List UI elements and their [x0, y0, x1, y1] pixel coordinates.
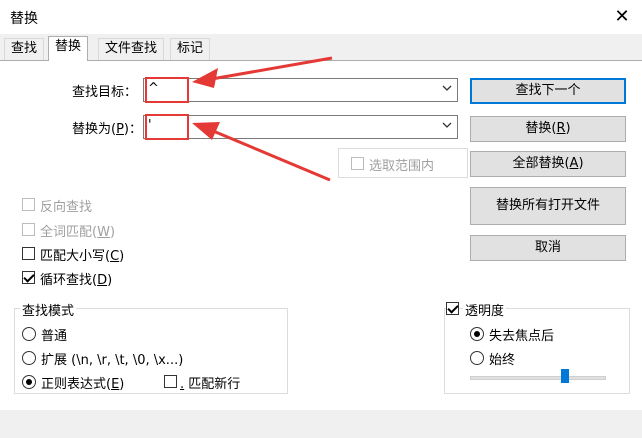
- dot-matches-newline-label: . 匹配新行: [180, 377, 241, 392]
- in-selection-checkbox[interactable]: [351, 157, 364, 170]
- transparency-checkbox[interactable]: [446, 302, 459, 315]
- whole-word-label: 全词匹配(W): [40, 225, 116, 240]
- replace-button[interactable]: 替换(R): [470, 116, 626, 142]
- annotation-arrow-replace: [205, 126, 331, 182]
- transparency-always-radio[interactable]: [470, 351, 484, 365]
- whole-word-checkbox[interactable]: [22, 223, 35, 236]
- mode-regex-radio[interactable]: [22, 375, 36, 389]
- transparency-slider[interactable]: [470, 376, 606, 380]
- tab-replace[interactable]: 替换: [48, 36, 89, 61]
- match-case-label: 匹配大小写(C): [40, 249, 125, 264]
- dialog-footer: [0, 410, 642, 438]
- dot-matches-newline-checkbox[interactable]: [164, 375, 177, 388]
- search-mode-title: 查找模式: [20, 300, 77, 319]
- replace-all-open-files-button[interactable]: 替换所有打开文件: [470, 187, 626, 225]
- annotation-arrowhead-find: [192, 68, 218, 88]
- annotation-arrowhead-replace: [192, 122, 220, 140]
- cancel-button[interactable]: 取消: [470, 235, 626, 261]
- transparency-on-lose-focus-radio[interactable]: [470, 327, 484, 341]
- backward-checkbox[interactable]: [22, 198, 35, 211]
- mode-regex-label: 正则表达式(E): [41, 377, 125, 392]
- transparency-group: [444, 308, 630, 394]
- match-case-checkbox[interactable]: [22, 247, 35, 260]
- transparency-slider-thumb[interactable]: [561, 369, 570, 383]
- in-selection-label: 选取范围内: [369, 159, 435, 174]
- replace-all-button[interactable]: 全部替换(A): [470, 151, 626, 177]
- transparency-on-lose-focus-label: 失去焦点后: [489, 329, 555, 344]
- find-next-button[interactable]: 查找下一个: [470, 78, 626, 104]
- transparency-title: 透明度: [463, 300, 507, 319]
- wrap-around-checkbox[interactable]: [22, 271, 35, 284]
- backward-label: 反向查找: [40, 200, 93, 215]
- mode-extended-label: 扩展 (\n, \r, \t, \0, \x...): [41, 353, 184, 368]
- mode-normal-radio[interactable]: [22, 327, 36, 341]
- mode-normal-label: 普通: [41, 329, 68, 344]
- wrap-around-label: 循环查找(D): [40, 273, 113, 288]
- mode-extended-radio[interactable]: [22, 351, 36, 365]
- annotation-arrow-find: [205, 56, 333, 82]
- transparency-always-label: 始终: [489, 353, 516, 368]
